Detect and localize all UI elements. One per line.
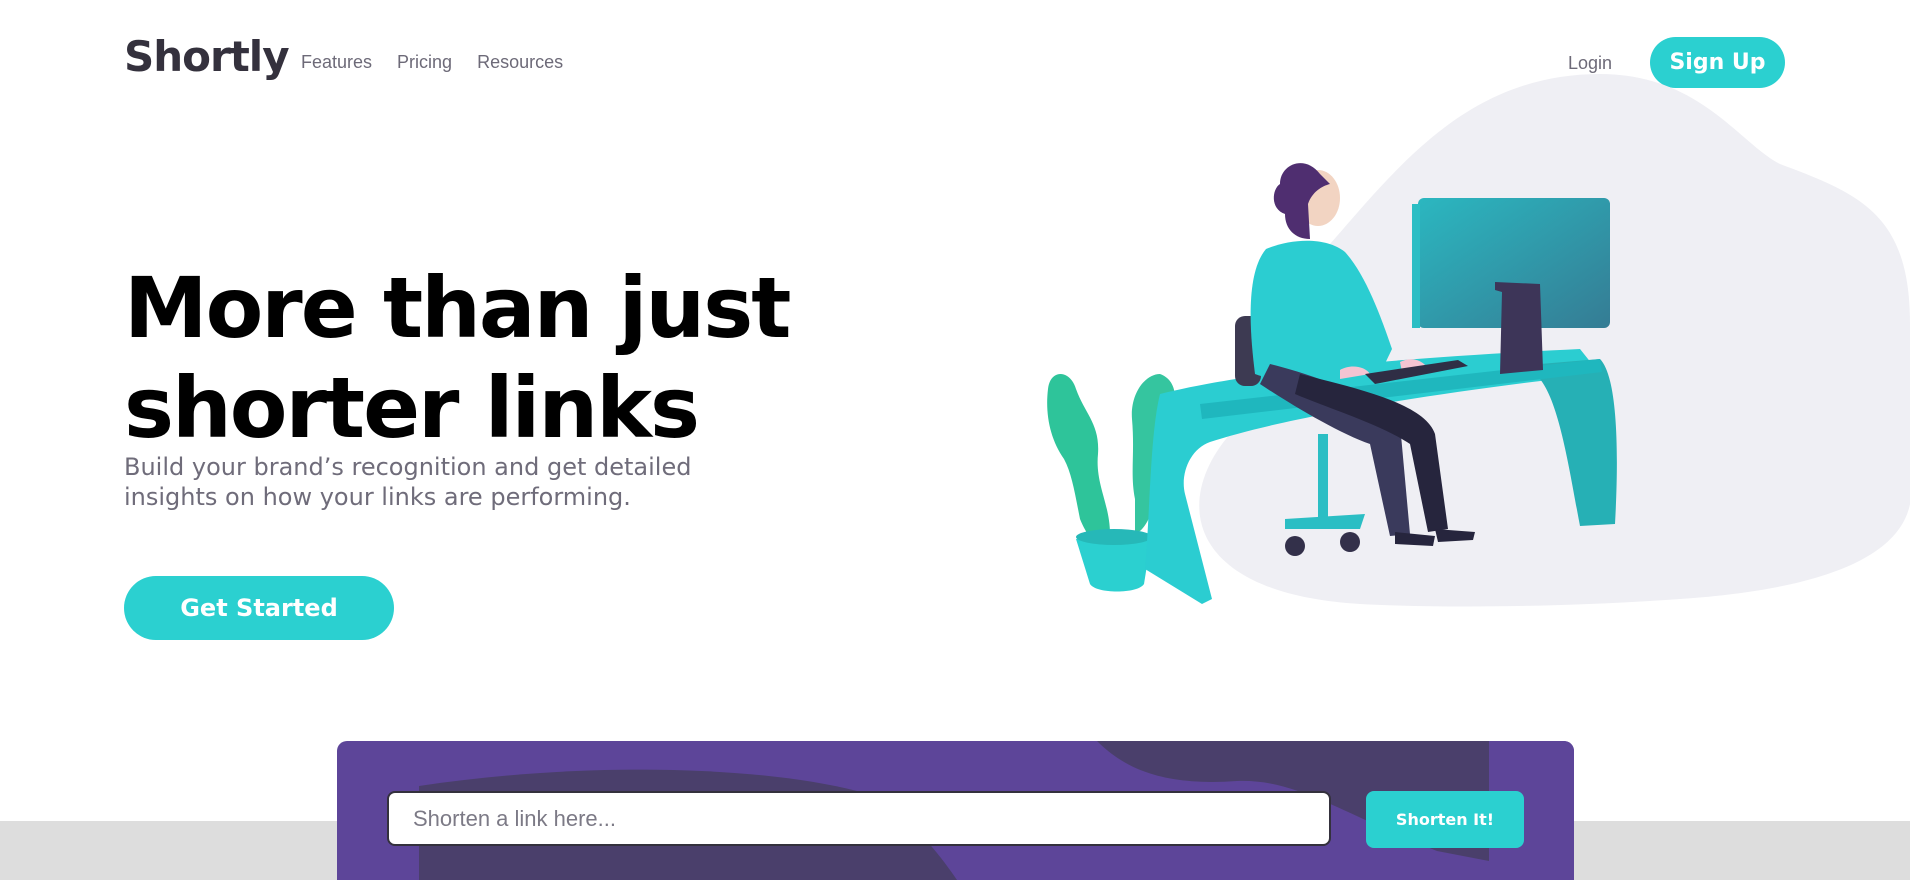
shorten-link-panel: Shorten It! bbox=[337, 741, 1574, 880]
hero-title-line-2: shorter links bbox=[124, 359, 700, 457]
main-nav: Features Pricing Resources bbox=[301, 52, 563, 73]
hero-subtitle: Build your brand’s recognition and get d… bbox=[124, 453, 692, 511]
shorten-link-input[interactable] bbox=[387, 791, 1331, 846]
hero-title-line-1: More than just bbox=[124, 259, 791, 357]
brand-logo[interactable]: Shortly bbox=[124, 32, 290, 81]
hero-title: More than just shorter links bbox=[124, 258, 944, 458]
shorten-it-button[interactable]: Shorten It! bbox=[1366, 791, 1524, 848]
working-person-illustration bbox=[1047, 74, 1910, 607]
get-started-button[interactable]: Get Started bbox=[124, 576, 394, 640]
login-link[interactable]: Login bbox=[1568, 53, 1612, 74]
nav-item-resources[interactable]: Resources bbox=[477, 52, 563, 73]
nav-item-pricing[interactable]: Pricing bbox=[397, 52, 452, 73]
nav-item-features[interactable]: Features bbox=[301, 52, 372, 73]
